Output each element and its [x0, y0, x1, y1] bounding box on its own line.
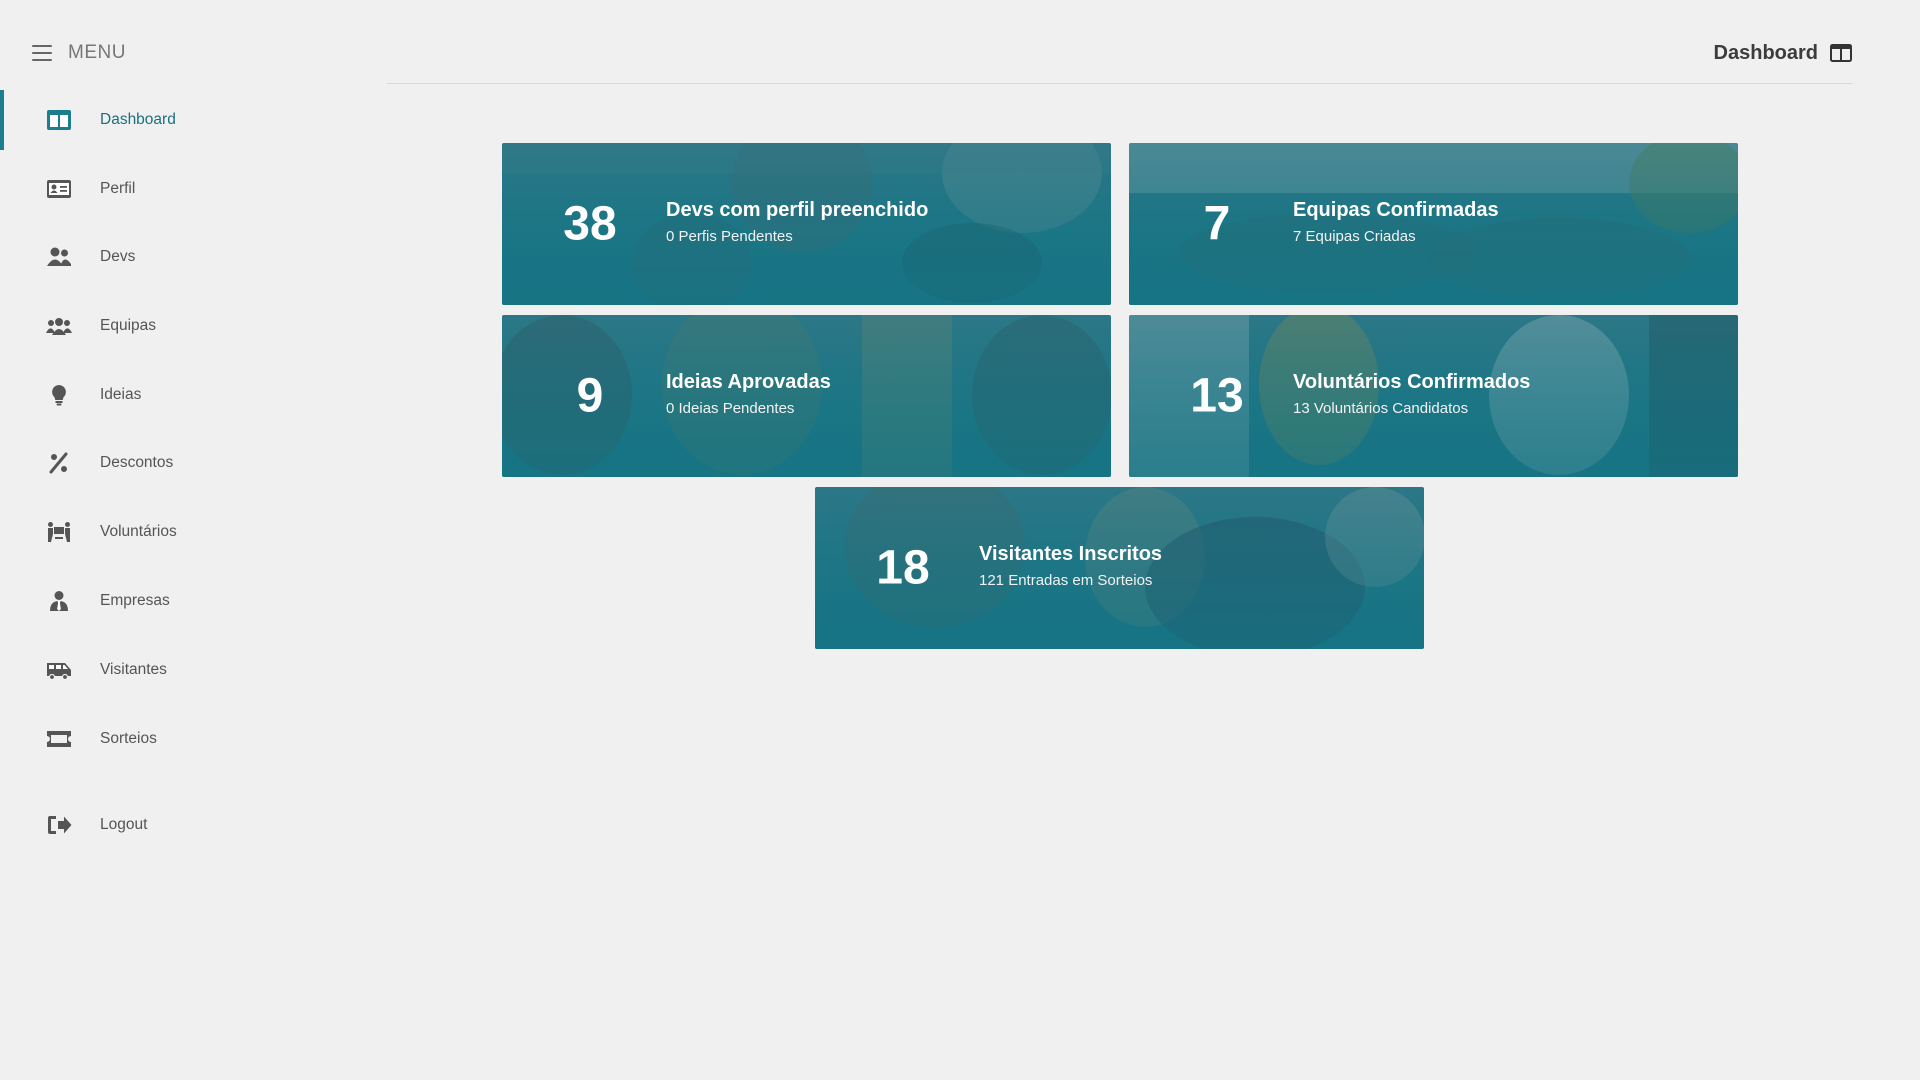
- sidebar-item-ideias[interactable]: Ideias: [0, 365, 380, 425]
- sidebar-item-devs[interactable]: Devs: [0, 227, 380, 287]
- stat-subtitle: 0 Ideias Pendentes: [666, 400, 795, 417]
- percent-icon: [45, 451, 73, 475]
- stat-card-voluntarios[interactable]: 13 Voluntários Confirmados 13 Voluntário…: [1129, 315, 1738, 477]
- stat-subtitle: 13 Voluntários Candidatos: [1293, 400, 1469, 417]
- id-card-icon: [45, 177, 73, 201]
- sidebar-item-sorteios[interactable]: Sorteios: [0, 709, 380, 769]
- stat-subtitle: 7 Equipas Criadas: [1293, 228, 1416, 245]
- sidebar-item-equipas[interactable]: Equipas: [0, 296, 380, 356]
- stat-number: 38: [563, 197, 617, 251]
- sidebar-item-perfil[interactable]: Perfil: [0, 159, 380, 219]
- user-tie-icon: [45, 589, 73, 613]
- sidebar-item-descontos[interactable]: Descontos: [0, 433, 380, 493]
- sidebar-item-label: Ideias: [100, 386, 142, 403]
- sidebar-item-visitantes[interactable]: Visitantes: [0, 640, 380, 700]
- sidebar-item-label: Dashboard: [100, 111, 176, 128]
- sidebar-item-label: Logout: [100, 816, 148, 833]
- stat-title: Ideias Aprovadas: [666, 371, 831, 393]
- sidebar: MENU Dashboard Perfil Devs Equipas Ideia…: [0, 0, 380, 1080]
- lightbulb-icon: [45, 383, 73, 407]
- stat-number: 7: [1203, 197, 1231, 251]
- stat-card-visitantes[interactable]: 18 Visitantes Inscritos 121 Entradas em …: [815, 487, 1424, 649]
- top-bar: Dashboard: [387, 0, 1852, 84]
- menu-label: MENU: [68, 42, 126, 63]
- sidebar-item-label: Perfil: [100, 180, 136, 197]
- dashboard-icon: [45, 108, 73, 132]
- sidebar-item-label: Equipas: [100, 317, 157, 334]
- sidebar-item-label: Empresas: [100, 592, 170, 609]
- ticket-icon: [45, 727, 73, 751]
- stat-title: Visitantes Inscritos: [979, 543, 1163, 565]
- stat-number: 18: [876, 541, 930, 595]
- sidebar-item-label: Devs: [100, 248, 136, 265]
- team-icon: [45, 314, 73, 338]
- sidebar-item-label: Sorteios: [100, 730, 157, 747]
- sidebar-item-empresas[interactable]: Empresas: [0, 571, 380, 631]
- page-title: Dashboard: [1713, 42, 1818, 64]
- sidebar-item-voluntarios[interactable]: Voluntários: [0, 502, 380, 562]
- users-icon: [45, 245, 73, 269]
- stat-card-ideias[interactable]: 9 Ideias Aprovadas 0 Ideias Pendentes: [502, 315, 1111, 477]
- hamburger-icon[interactable]: [32, 45, 52, 61]
- sidebar-item-label: Descontos: [100, 454, 174, 471]
- stat-title: Equipas Confirmadas: [1293, 199, 1499, 221]
- stat-number: 9: [576, 369, 604, 423]
- stat-title: Voluntários Confirmados: [1293, 371, 1531, 393]
- stat-title: Devs com perfil preenchido: [666, 199, 929, 221]
- dashboard-icon: [1830, 44, 1852, 62]
- stat-card-equipas[interactable]: 7 Equipas Confirmadas 7 Equipas Criadas: [1129, 143, 1738, 305]
- menu-toggle[interactable]: MENU: [32, 42, 126, 64]
- sidebar-item-label: Voluntários: [100, 523, 177, 540]
- stat-subtitle: 121 Entradas em Sorteios: [979, 572, 1153, 589]
- stat-subtitle: 0 Perfis Pendentes: [666, 228, 793, 245]
- sign-out-icon: [45, 813, 73, 837]
- shuttle-van-icon: [45, 658, 73, 682]
- sidebar-item-label: Visitantes: [100, 661, 167, 678]
- sidebar-item-dashboard[interactable]: Dashboard: [0, 90, 380, 150]
- people-carry-icon: [45, 520, 73, 544]
- stat-number: 13: [1190, 369, 1244, 423]
- sidebar-item-logout[interactable]: Logout: [0, 795, 380, 855]
- stat-card-devs[interactable]: 38 Devs com perfil preenchido 0 Perfis P…: [502, 143, 1111, 305]
